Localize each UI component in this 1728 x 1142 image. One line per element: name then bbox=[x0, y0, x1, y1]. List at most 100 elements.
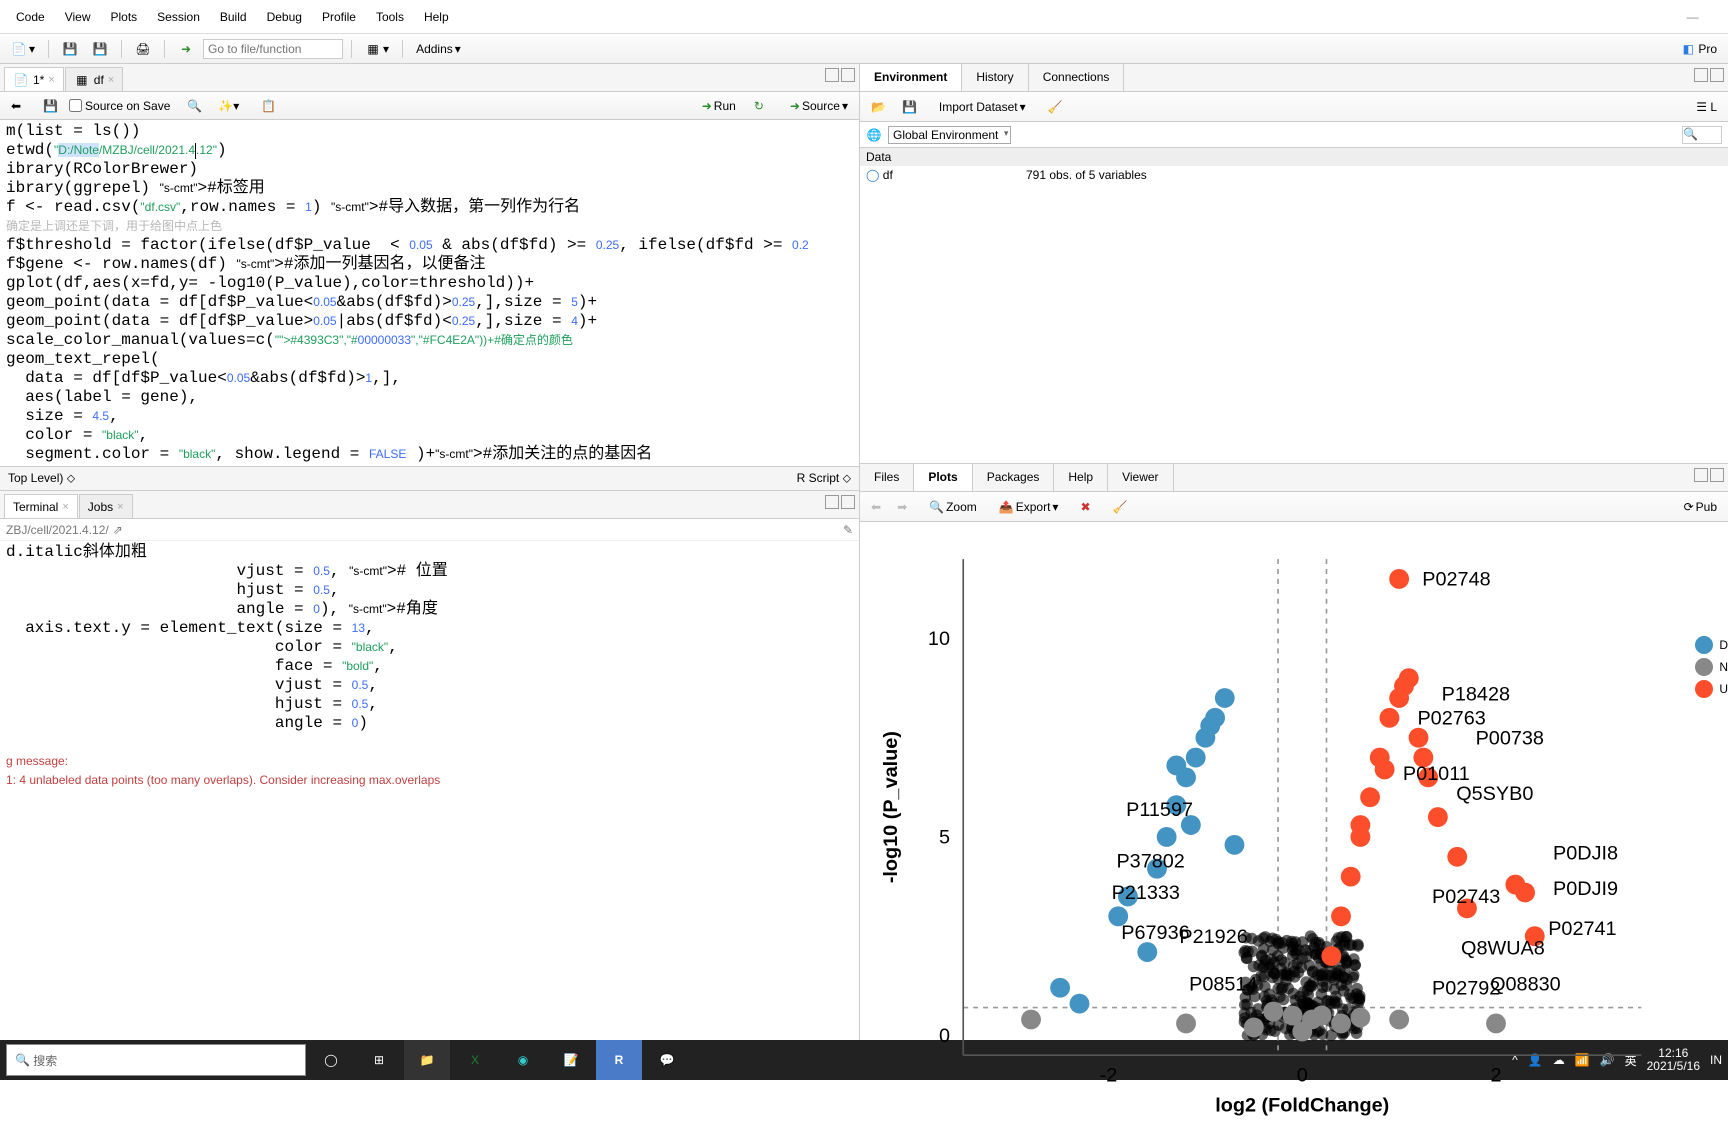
svg-text:P18428: P18428 bbox=[1442, 684, 1510, 706]
menu-session[interactable]: Session bbox=[147, 6, 210, 28]
volcano-plot: -2020510log2 (FoldChange)-log10 (P_value… bbox=[864, 526, 1724, 1138]
close-icon[interactable]: × bbox=[108, 74, 114, 86]
new-file-button[interactable]: 📄▾ bbox=[6, 38, 40, 60]
excel-icon[interactable]: X bbox=[452, 1040, 498, 1080]
menu-view[interactable]: View bbox=[55, 6, 101, 28]
maximize-icon[interactable] bbox=[1710, 68, 1724, 82]
print-button[interactable]: 🖨 bbox=[130, 38, 156, 60]
save-button[interactable]: 💾 bbox=[57, 38, 83, 60]
minimize-icon[interactable] bbox=[1694, 68, 1708, 82]
zoom-button[interactable]: 🔍 Zoom bbox=[924, 497, 982, 517]
broom-icon[interactable]: 🧹 bbox=[1043, 97, 1068, 117]
save-icon[interactable]: 💾 bbox=[38, 96, 63, 116]
tab-environment[interactable]: Environment bbox=[860, 64, 962, 91]
minimize-icon[interactable] bbox=[825, 68, 839, 82]
tab-packages[interactable]: Packages bbox=[973, 464, 1055, 491]
tab-help[interactable]: Help bbox=[1054, 464, 1108, 491]
taskbar-search[interactable]: 🔍 搜索 bbox=[6, 1044, 306, 1076]
close-icon[interactable]: × bbox=[48, 74, 54, 86]
goto-input[interactable] bbox=[203, 39, 343, 59]
plots-pane: Files Plots Packages Help Viewer ⬅ ➡ 🔍 Z… bbox=[860, 464, 1728, 1142]
scope-label[interactable]: Top Level) ⬦ bbox=[8, 471, 75, 486]
env-search-input[interactable]: 🔍 bbox=[1682, 126, 1722, 144]
menu-tools[interactable]: Tools bbox=[366, 6, 414, 28]
tab-viewer[interactable]: Viewer bbox=[1108, 464, 1173, 491]
maximize-icon[interactable] bbox=[841, 68, 855, 82]
publish-button[interactable]: ⟳ Pub bbox=[1679, 497, 1722, 517]
svg-text:P21926: P21926 bbox=[1179, 926, 1247, 948]
addins-button[interactable]: Addins ▾ bbox=[411, 39, 466, 59]
goto-button[interactable]: ➜ bbox=[173, 38, 199, 60]
menu-build[interactable]: Build bbox=[210, 6, 257, 28]
cortana-icon[interactable]: ◯ bbox=[308, 1040, 354, 1080]
taskview-icon[interactable]: ⊞ bbox=[356, 1040, 402, 1080]
tab-df[interactable]: ▦df× bbox=[65, 67, 123, 91]
project-button[interactable]: ◧ Pro bbox=[1675, 38, 1722, 60]
svg-text:P21333: P21333 bbox=[1112, 882, 1180, 904]
source-button[interactable]: ➜ Source ▾ bbox=[785, 96, 853, 116]
env-scope-select[interactable]: Global Environment bbox=[888, 126, 1011, 144]
left-column: 📄1*× ▦df× ⬅ 💾 Source on Save 🔍 ✨▾ 📋 ➜ Ru… bbox=[0, 64, 860, 1040]
save-env-icon[interactable]: 💾 bbox=[897, 97, 922, 117]
report-icon[interactable]: 📋 bbox=[256, 96, 281, 116]
svg-text:-log10 (P_value): -log10 (P_value) bbox=[880, 731, 902, 883]
wand-icon[interactable]: ✨▾ bbox=[213, 96, 244, 116]
tab-plots[interactable]: Plots bbox=[914, 464, 972, 491]
rerun-button[interactable]: ↻ bbox=[749, 96, 769, 116]
file-type-label[interactable]: R Script ⬦ bbox=[797, 471, 851, 486]
back-icon[interactable]: ⬅ bbox=[6, 96, 26, 116]
console-nav-icon[interactable]: ⇗ bbox=[113, 523, 123, 537]
minimize-icon[interactable] bbox=[1694, 468, 1708, 482]
console-pane: Terminal× Jobs× ZBJ/cell/2021.4.12/ ⇗ ✎ … bbox=[0, 491, 859, 1040]
close-icon[interactable]: × bbox=[117, 501, 123, 513]
tab-script-1[interactable]: 📄1*× bbox=[4, 67, 64, 91]
svg-text:Q8WUA8: Q8WUA8 bbox=[1461, 938, 1545, 960]
console-output[interactable]: d.italic斜体加粗 vjust = 0.5, "s-cmt"># 位置 h… bbox=[0, 541, 859, 1040]
save-all-button[interactable]: 💾 bbox=[87, 38, 113, 60]
list-view-button[interactable]: ☰ L bbox=[1691, 97, 1722, 117]
tab-terminal[interactable]: Terminal× bbox=[4, 494, 78, 518]
env-row-df[interactable]: ◯ df 791 obs. of 5 variables bbox=[860, 166, 1728, 184]
menu-code[interactable]: Code bbox=[6, 6, 55, 28]
grid-button[interactable]: ▦▾ bbox=[360, 38, 394, 60]
menu-profile[interactable]: Profile bbox=[312, 6, 366, 28]
tab-history[interactable]: History bbox=[962, 64, 1028, 91]
environment-pane: Environment History Connections 📂 💾 Impo… bbox=[860, 64, 1728, 464]
menu-plots[interactable]: Plots bbox=[100, 6, 147, 28]
tab-jobs[interactable]: Jobs× bbox=[79, 494, 133, 518]
workspace: 📄1*× ▦df× ⬅ 💾 Source on Save 🔍 ✨▾ 📋 ➜ Ru… bbox=[0, 64, 1728, 1040]
clear-plots-icon[interactable]: 🧹 bbox=[1108, 497, 1133, 517]
plots-tabbar: Files Plots Packages Help Viewer bbox=[860, 464, 1728, 492]
code-editor[interactable]: m(list = ls()) etwd("D:/Note/MZBJ/cell/2… bbox=[0, 120, 859, 466]
plot-next-icon[interactable]: ➡ bbox=[892, 497, 912, 517]
source-on-save-checkbox[interactable] bbox=[69, 99, 82, 112]
edge-icon[interactable]: ◉ bbox=[500, 1040, 546, 1080]
maximize-icon[interactable] bbox=[1710, 468, 1724, 482]
find-icon[interactable]: 🔍 bbox=[182, 96, 207, 116]
import-dataset-button[interactable]: Import Dataset ▾ bbox=[934, 97, 1031, 117]
svg-text:P11597: P11597 bbox=[1126, 799, 1193, 821]
export-button[interactable]: 📤 Export ▾ bbox=[994, 497, 1064, 517]
plot-canvas: -2020510log2 (FoldChange)-log10 (P_value… bbox=[860, 522, 1728, 1142]
explorer-icon[interactable]: 📁 bbox=[404, 1040, 450, 1080]
wechat-icon[interactable]: 💬 bbox=[644, 1040, 690, 1080]
maximize-icon[interactable] bbox=[841, 495, 855, 509]
notepad-icon[interactable]: 📝 bbox=[548, 1040, 594, 1080]
tab-connections[interactable]: Connections bbox=[1029, 64, 1125, 91]
run-button[interactable]: ➜ Run bbox=[697, 96, 741, 116]
remove-plot-icon[interactable]: ✖ bbox=[1075, 497, 1095, 517]
tab-files[interactable]: Files bbox=[860, 464, 914, 491]
svg-text:log2 (FoldChange): log2 (FoldChange) bbox=[1215, 1094, 1389, 1116]
source-on-save-label: Source on Save bbox=[85, 99, 170, 113]
menu-help[interactable]: Help bbox=[414, 6, 459, 28]
source-statusbar: Top Level) ⬦ R Script ⬦ bbox=[0, 466, 859, 490]
svg-text:P02741: P02741 bbox=[1548, 918, 1616, 940]
menu-debug[interactable]: Debug bbox=[257, 6, 312, 28]
minimize-icon[interactable] bbox=[825, 495, 839, 509]
console-clear-icon[interactable]: ✎ bbox=[843, 523, 853, 537]
rstudio-icon[interactable]: R bbox=[596, 1040, 642, 1080]
plot-prev-icon[interactable]: ⬅ bbox=[866, 497, 886, 517]
load-icon[interactable]: 📂 bbox=[866, 97, 891, 117]
env-section-data: Data bbox=[860, 148, 1728, 166]
close-icon[interactable]: × bbox=[62, 501, 68, 513]
